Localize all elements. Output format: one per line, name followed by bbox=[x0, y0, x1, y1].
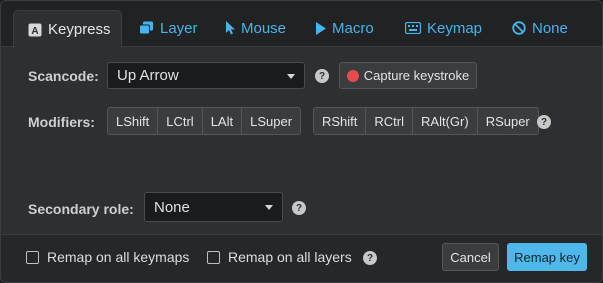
mouse-cursor-icon bbox=[225, 21, 235, 35]
remap-all-layers-checkbox[interactable]: Remap on all layers bbox=[207, 249, 352, 265]
tab-macro[interactable]: Macro bbox=[316, 9, 374, 47]
tab-layer[interactable]: Layer bbox=[139, 9, 198, 47]
remap-help-icon[interactable]: ? bbox=[363, 251, 377, 265]
capture-keystroke-button[interactable]: Capture keystroke bbox=[339, 62, 477, 89]
ban-icon bbox=[512, 21, 526, 35]
scancode-value: Up Arrow bbox=[117, 67, 179, 84]
modifier-lshift-button[interactable]: LShift bbox=[108, 108, 159, 134]
modifier-lalt-button[interactable]: LAlt bbox=[202, 108, 243, 134]
scancode-select[interactable]: Up Arrow bbox=[107, 62, 305, 89]
secondary-role-value: None bbox=[154, 198, 190, 216]
dialog-footer: Remap on all keymaps Remap on all layers… bbox=[1, 234, 602, 282]
scancode-label: Scancode: bbox=[28, 68, 99, 84]
tab-mouse[interactable]: Mouse bbox=[225, 9, 286, 47]
layer-icon bbox=[139, 21, 154, 35]
play-icon bbox=[316, 21, 326, 35]
tab-mouse-label: Mouse bbox=[241, 19, 287, 37]
modifier-lctrl-button[interactable]: LCtrl bbox=[158, 108, 203, 134]
tab-keymap-label: Keymap bbox=[427, 19, 483, 37]
secondary-role-label: Secondary role: bbox=[28, 201, 134, 217]
checkbox-box[interactable] bbox=[26, 250, 39, 264]
checkbox-box[interactable] bbox=[207, 250, 220, 264]
right-modifiers-group: RShift RCtrl RAlt(Gr) RSuper bbox=[313, 107, 539, 135]
modifier-rshift-button[interactable]: RShift bbox=[314, 108, 367, 134]
modifiers-help-icon[interactable]: ? bbox=[537, 115, 551, 129]
remap-all-keymaps-checkbox[interactable]: Remap on all keymaps bbox=[26, 249, 189, 265]
tab-keymap[interactable]: Keymap bbox=[405, 9, 482, 47]
remap-all-layers-label: Remap on all layers bbox=[228, 249, 352, 265]
modifier-rsuper-button[interactable]: RSuper bbox=[477, 108, 538, 134]
modifiers-label: Modifiers: bbox=[28, 114, 95, 130]
tab-bar: A Keypress Layer Mouse Macro Keymap None bbox=[1, 1, 602, 48]
scancode-help-icon[interactable]: ? bbox=[315, 69, 329, 83]
tab-keypress-label: Keypress bbox=[48, 21, 111, 38]
chevron-down-icon bbox=[287, 73, 295, 79]
remap-all-keymaps-label: Remap on all keymaps bbox=[47, 249, 190, 265]
tab-layer-label: Layer bbox=[160, 19, 198, 37]
modifier-rctrl-button[interactable]: RCtrl bbox=[366, 108, 414, 134]
tab-keypress[interactable]: A Keypress bbox=[13, 10, 122, 48]
keyboard-icon bbox=[405, 22, 421, 34]
remap-key-button[interactable]: Remap key bbox=[507, 243, 587, 271]
left-modifiers-group: LShift LCtrl LAlt LSuper bbox=[107, 107, 302, 135]
tab-macro-label: Macro bbox=[332, 19, 374, 37]
record-dot-icon bbox=[346, 69, 359, 82]
keypress-icon: A bbox=[28, 23, 42, 37]
chevron-down-icon bbox=[265, 205, 273, 210]
tab-none[interactable]: None bbox=[512, 9, 568, 47]
cancel-button[interactable]: Cancel bbox=[442, 243, 499, 271]
secondary-role-select[interactable]: None bbox=[144, 192, 283, 222]
modifier-lsuper-button[interactable]: LSuper bbox=[242, 108, 301, 134]
remap-key-dialog: A Keypress Layer Mouse Macro Keymap None… bbox=[0, 0, 603, 283]
secondary-role-help-icon[interactable]: ? bbox=[292, 201, 306, 215]
svg-text:A: A bbox=[31, 26, 38, 37]
tab-none-label: None bbox=[532, 19, 568, 37]
modifier-ralt-button[interactable]: RAlt(Gr) bbox=[413, 108, 478, 134]
capture-keystroke-label: Capture keystroke bbox=[363, 68, 470, 83]
